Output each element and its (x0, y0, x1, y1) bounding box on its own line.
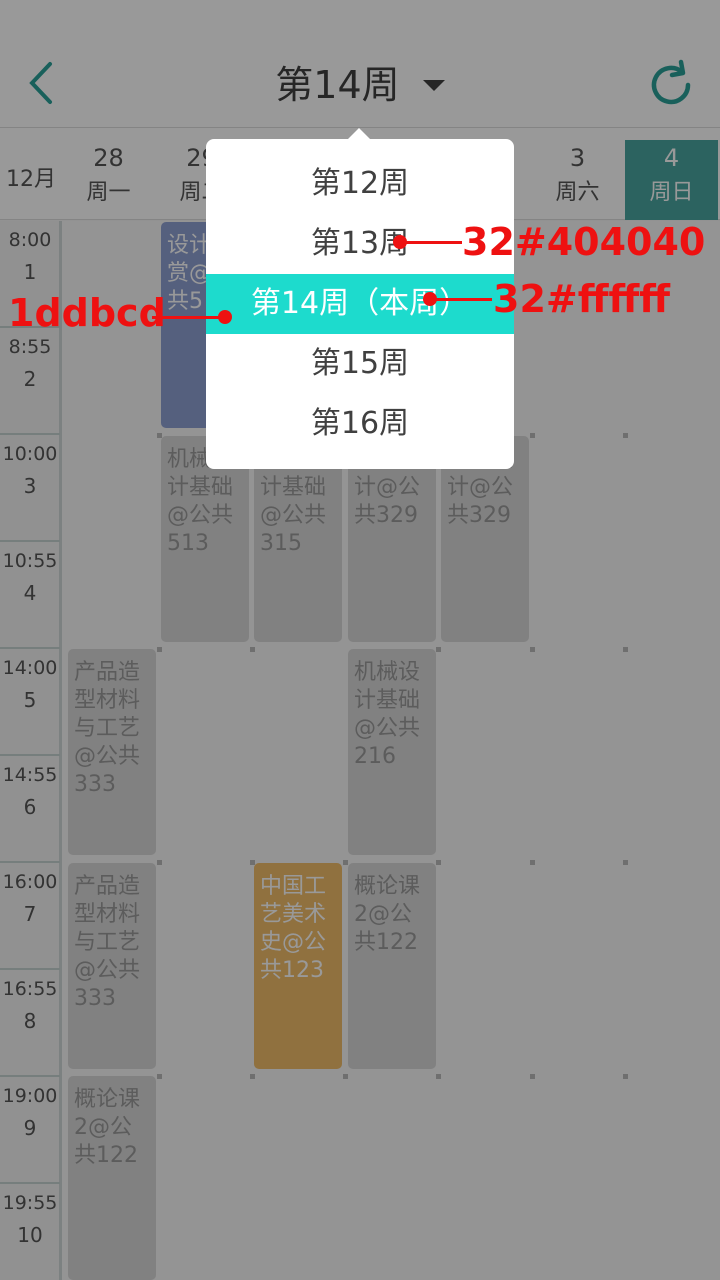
annotation-dot (218, 310, 232, 324)
annotation-line (430, 298, 492, 301)
week-dropdown: 第12周 第13周 第14周（本周） 第15周 第16周 (206, 139, 514, 469)
annotation-line (400, 241, 462, 244)
annotation-highlight-text: 1ddbcd (8, 291, 166, 335)
week-option[interactable]: 第15周 (206, 334, 514, 394)
annotation-line (152, 316, 224, 319)
annotation-normal-text: 32#404040 (462, 220, 706, 264)
week-option-current[interactable]: 第14周（本周） (206, 274, 514, 334)
week-option[interactable]: 第16周 (206, 394, 514, 454)
week-option[interactable]: 第12周 (206, 154, 514, 214)
annotation-active-text: 32#ffffff (493, 277, 671, 321)
